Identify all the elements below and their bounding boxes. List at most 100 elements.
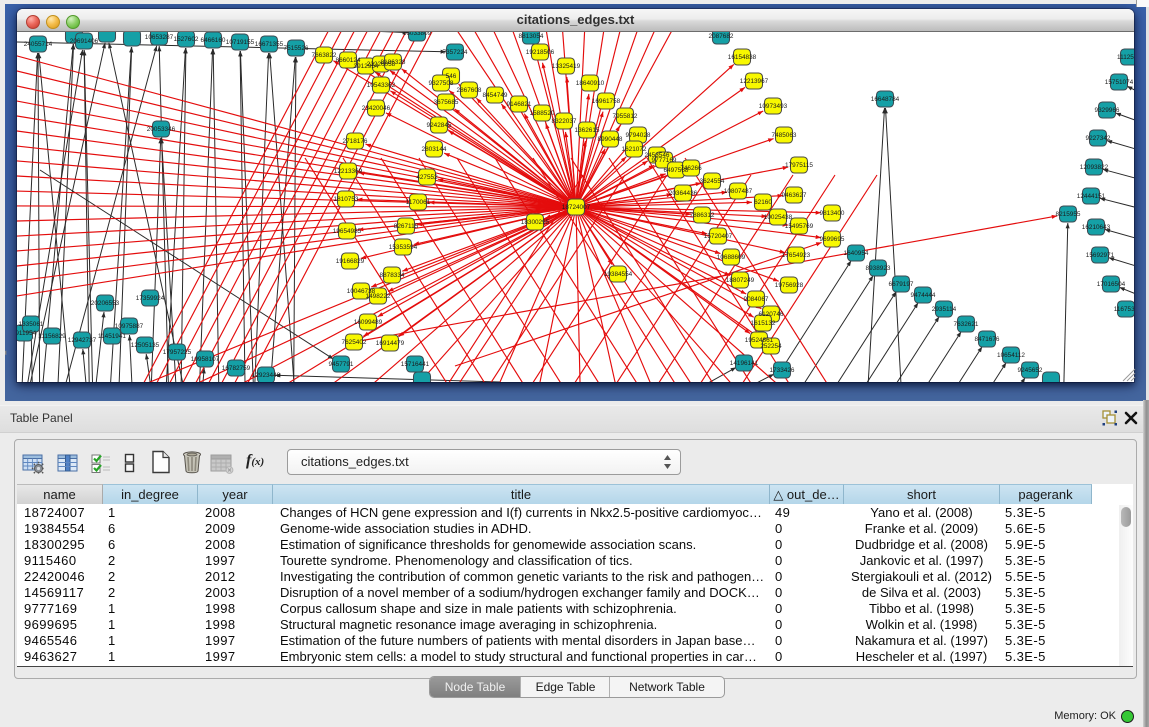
svg-text:9084067: 9084067 [744, 296, 769, 303]
svg-text:8813054: 8813054 [519, 33, 544, 40]
svg-text:10719155: 10719155 [226, 39, 255, 46]
svg-text:12093822: 12093822 [1080, 164, 1109, 171]
svg-text:10958107: 10958107 [191, 356, 220, 363]
svg-text:7357224: 7357224 [443, 49, 468, 56]
svg-text:19218506: 19218506 [526, 49, 555, 56]
svg-text:16210643: 16210643 [1082, 224, 1111, 231]
svg-text:1335061: 1335061 [19, 321, 44, 328]
svg-text:15692971: 15692971 [1086, 252, 1115, 259]
svg-text:9146821: 9146821 [507, 101, 532, 108]
svg-text:6120746: 6120746 [759, 311, 784, 318]
svg-text:20206553: 20206553 [91, 300, 120, 307]
svg-text:20691406: 20691406 [70, 38, 99, 45]
svg-text:15495769: 15495769 [785, 223, 814, 230]
svg-text:12213967: 12213967 [740, 78, 769, 85]
svg-text:7663822: 7663822 [312, 52, 337, 59]
svg-text:7485063: 7485063 [772, 132, 797, 139]
svg-text:17975115: 17975115 [785, 162, 813, 169]
svg-text:7955812: 7955812 [613, 113, 638, 120]
svg-text:10654112: 10654112 [997, 352, 1025, 359]
svg-text:15353594: 15353594 [389, 244, 418, 251]
svg-text:23420046: 23420046 [362, 105, 391, 112]
svg-text:1640954: 1640954 [844, 250, 869, 257]
svg-text:2935114: 2935114 [932, 306, 957, 313]
svg-text:17359924: 17359924 [136, 295, 165, 302]
svg-text:9245652: 9245652 [1018, 367, 1043, 374]
svg-text:8471676: 8471676 [975, 336, 1000, 343]
svg-text:1810753: 1810753 [334, 196, 359, 203]
svg-text:20364436: 20364436 [669, 190, 698, 197]
svg-text:546: 546 [446, 73, 457, 80]
svg-text:9474444: 9474444 [911, 292, 936, 299]
svg-text:2867608: 2867608 [457, 87, 482, 94]
svg-text:7632621: 7632621 [954, 321, 979, 328]
svg-text:8322037: 8322037 [552, 118, 577, 125]
svg-text:3911954: 3911954 [17, 330, 37, 337]
svg-text:11451941: 11451941 [98, 333, 126, 340]
svg-text:1621072: 1621072 [622, 146, 647, 153]
svg-text:7886312: 7886312 [690, 212, 715, 219]
svg-text:9777169: 9777169 [652, 157, 677, 164]
svg-text:252254: 252254 [760, 343, 782, 350]
svg-text:12213369: 12213369 [334, 168, 363, 175]
svg-text:19166829: 19166829 [336, 258, 365, 265]
svg-text:10688609: 10688609 [717, 254, 746, 261]
svg-text:8938923: 8938923 [866, 265, 891, 272]
svg-text:62160: 62160 [754, 199, 772, 206]
svg-text:9457791: 9457791 [329, 361, 354, 368]
svg-text:17654923: 17654923 [782, 252, 811, 259]
svg-text:3624554: 3624554 [700, 178, 725, 185]
svg-text:16961758: 16961758 [592, 98, 621, 105]
svg-text:8878334: 8878334 [380, 272, 405, 279]
svg-text:16782759: 16782759 [222, 365, 251, 372]
svg-text:15720407: 15720407 [704, 233, 733, 240]
svg-text:10973493: 10973493 [759, 103, 788, 110]
svg-text:9794028: 9794028 [626, 132, 651, 139]
svg-text:10025438: 10025438 [764, 214, 793, 221]
svg-text:11156829: 11156829 [38, 333, 66, 340]
svg-text:8990448: 8990448 [598, 136, 623, 143]
svg-text:14196141: 14196141 [730, 360, 759, 367]
svg-text:18300295: 18300295 [521, 219, 550, 226]
svg-text:1498222: 1498222 [366, 293, 391, 300]
svg-text:746266: 746266 [680, 165, 702, 172]
svg-text:15716441: 15716441 [401, 361, 430, 368]
svg-text:2087682: 2087682 [709, 33, 734, 40]
svg-text:1588520: 1588520 [530, 110, 555, 117]
svg-text:19756928: 19756928 [775, 282, 804, 289]
svg-text:19384554: 19384554 [604, 271, 633, 278]
svg-text:7515526: 7515526 [284, 45, 309, 52]
svg-text:427552: 427552 [416, 174, 438, 181]
svg-text:19654985: 19654985 [333, 228, 362, 235]
svg-text:8186328: 8186328 [381, 59, 406, 66]
svg-text:10653287: 10653287 [145, 34, 174, 41]
svg-text:18807249: 18807249 [726, 277, 755, 284]
svg-text:9699695: 9699695 [820, 236, 845, 243]
svg-text:2803144: 2803144 [422, 146, 447, 153]
svg-text:7625402: 7625402 [342, 339, 367, 346]
svg-text:9327508: 9327508 [429, 80, 454, 87]
svg-text:1167531: 1167531 [1114, 306, 1134, 313]
svg-text:8454749: 8454749 [483, 92, 508, 99]
svg-text:12444151: 12444151 [1077, 193, 1106, 200]
svg-text:10975887: 10975887 [115, 323, 144, 330]
svg-text:8215955: 8215955 [1056, 211, 1081, 218]
svg-text:6679197: 6679197 [889, 281, 914, 288]
svg-text:8267115: 8267115 [394, 223, 419, 230]
svg-text:10807487: 10807487 [724, 188, 753, 195]
svg-text:9242845: 9242845 [427, 122, 452, 129]
svg-text:9227342: 9227342 [1086, 135, 1111, 142]
svg-text:1170061: 1170061 [406, 199, 431, 206]
svg-text:13325419: 13325419 [552, 63, 581, 70]
svg-text:17957225: 17957225 [163, 349, 192, 356]
svg-text:24055714: 24055714 [24, 41, 53, 48]
svg-text:1112543: 1112543 [1117, 54, 1134, 61]
svg-text:6466160: 6466160 [201, 37, 226, 44]
svg-text:15751074: 15751074 [1105, 79, 1134, 86]
svg-text:2718176: 2718176 [343, 138, 368, 145]
svg-text:18640910: 18640910 [576, 80, 605, 87]
svg-text:12505135: 12505135 [131, 342, 160, 349]
svg-text:16154838: 16154838 [728, 54, 757, 61]
svg-text:1362615: 1362615 [575, 127, 600, 134]
svg-text:12942737: 12942737 [68, 337, 97, 344]
